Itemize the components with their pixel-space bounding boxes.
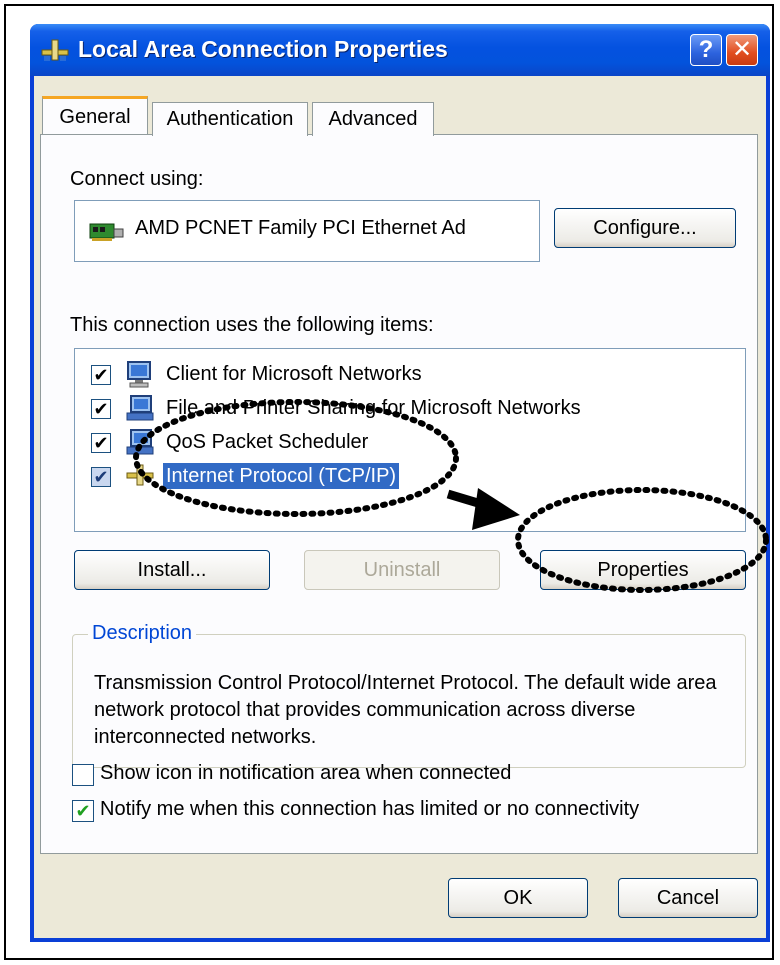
network-connection-icon <box>41 39 69 61</box>
list-item-tcp-ip[interactable]: ✔ Internet Protocol (TCP/IP) <box>83 461 733 493</box>
description-title: Description <box>88 622 197 645</box>
close-button[interactable]: ✕ <box>726 34 758 66</box>
configure-button-label: Configure... <box>593 217 697 239</box>
install-button[interactable]: Install... <box>74 550 270 590</box>
list-item-file-printer-sharing[interactable]: ✔ File and Printer Sharing for Microsoft… <box>83 393 733 425</box>
network-client-icon <box>127 361 151 388</box>
properties-dialog: Local Area Connection Properties ? ✕ Gen… <box>30 24 770 942</box>
window-title: Local Area Connection Properties <box>78 36 448 62</box>
properties-button-label: Properties <box>597 559 689 581</box>
item-checkbox[interactable]: ✔ <box>91 399 111 419</box>
uninstall-button-label: Uninstall <box>363 559 441 581</box>
item-label: QoS Packet Scheduler <box>166 431 369 453</box>
network-service-icon <box>126 395 154 421</box>
list-item-qos-scheduler[interactable]: ✔ QoS Packet Scheduler <box>83 427 733 459</box>
cancel-button-label: Cancel <box>656 887 720 909</box>
network-adapter-icon <box>89 223 124 241</box>
show-icon-label: Show icon in notification area when conn… <box>100 762 512 784</box>
list-item-client[interactable]: ✔ Client for Microsoft Networks <box>83 359 733 391</box>
item-label: Internet Protocol (TCP/IP) <box>163 463 400 489</box>
install-button-label: Install... <box>137 559 207 581</box>
adapter-name: AMD PCNET Family PCI Ethernet Ad <box>135 217 466 239</box>
adapter-field: AMD PCNET Family PCI Ethernet Ad <box>74 200 540 262</box>
cancel-button[interactable]: Cancel <box>618 878 758 918</box>
title-bar[interactable]: Local Area Connection Properties ? ✕ <box>30 24 770 76</box>
connect-using-label: Connect using: <box>70 168 204 190</box>
item-checkbox[interactable]: ✔ <box>91 365 111 385</box>
properties-button[interactable]: Properties <box>540 550 746 590</box>
ok-button[interactable]: OK <box>448 878 588 918</box>
configure-button[interactable]: Configure... <box>554 208 736 248</box>
notify-checkbox[interactable]: ✔ <box>72 800 94 822</box>
items-heading: This connection uses the following items… <box>70 314 434 336</box>
dialog-client-area: General Authentication Advanced Connect … <box>34 76 766 938</box>
protocol-icon <box>126 464 154 486</box>
show-icon-checkbox[interactable] <box>72 764 94 786</box>
ok-button-label: OK <box>503 887 533 909</box>
uninstall-button[interactable]: Uninstall <box>304 550 500 590</box>
item-label: File and Printer Sharing for Microsoft N… <box>166 397 581 419</box>
tab-advanced[interactable]: Advanced <box>312 102 434 136</box>
tab-authentication[interactable]: Authentication <box>152 102 308 136</box>
components-list[interactable]: ✔ Client for Microsoft Networks ✔ File a… <box>74 348 746 532</box>
network-service-icon <box>126 429 154 455</box>
item-checkbox[interactable]: ✔ <box>91 433 111 453</box>
notify-label: Notify me when this connection has limit… <box>100 798 640 820</box>
description-text: Transmission Control Protocol/Internet P… <box>94 672 717 748</box>
help-button[interactable]: ? <box>690 34 722 66</box>
item-checkbox[interactable]: ✔ <box>91 467 111 487</box>
tab-general[interactable]: General <box>42 96 148 134</box>
item-label: Client for Microsoft Networks <box>166 363 422 385</box>
